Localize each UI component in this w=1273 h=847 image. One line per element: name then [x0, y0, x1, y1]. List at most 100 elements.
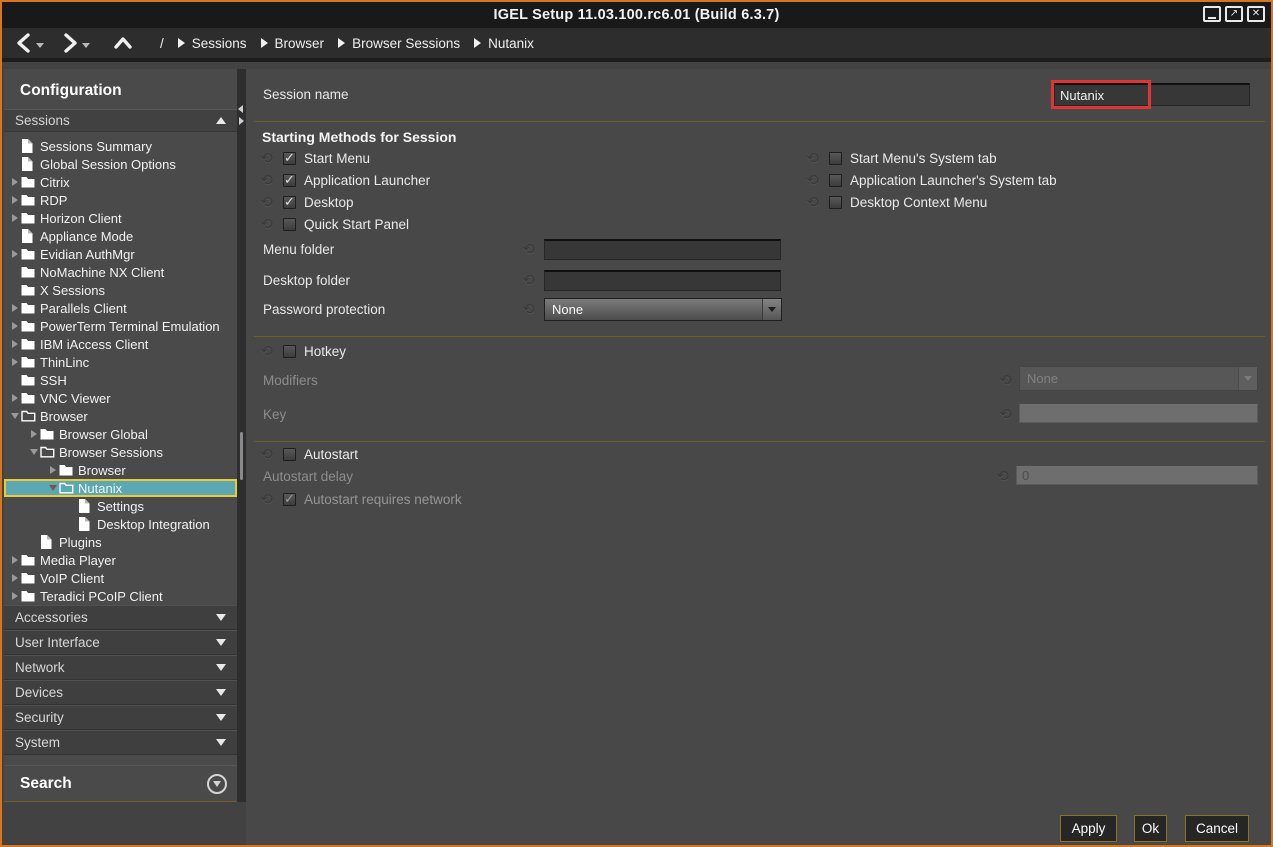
forward-button[interactable]: [60, 32, 80, 54]
minimize-button[interactable]: [1203, 6, 1221, 22]
tree-item-evidian-authmgr[interactable]: Evidian AuthMgr: [4, 245, 237, 263]
tree-item-browser[interactable]: Browser: [4, 461, 237, 479]
expander-collapsed-icon[interactable]: [46, 466, 59, 474]
tree-item-thinlinc[interactable]: ThinLinc: [4, 353, 237, 371]
sidebar-section-security[interactable]: Security: [4, 705, 237, 730]
reset-icon[interactable]: ⟲: [520, 302, 537, 317]
tree-item-parallels-client[interactable]: Parallels Client: [4, 299, 237, 317]
tree-item-browser-sessions[interactable]: Browser Sessions: [4, 443, 237, 461]
desktop-folder-input[interactable]: [544, 270, 781, 291]
sidebar-section-devices[interactable]: Devices: [4, 680, 237, 705]
reset-icon[interactable]: ⟲: [258, 217, 275, 232]
reset-icon[interactable]: ⟲: [804, 173, 821, 188]
expander-expanded-icon[interactable]: [27, 449, 40, 455]
reset-icon[interactable]: ⟲: [258, 344, 275, 359]
password-protection-select[interactable]: None: [544, 298, 782, 321]
tree-item-rdp[interactable]: RDP: [4, 191, 237, 209]
collapse-right-icon[interactable]: [239, 117, 244, 125]
expander-collapsed-icon[interactable]: [8, 304, 21, 312]
expander-collapsed-icon[interactable]: [8, 340, 21, 348]
quick-start-panel-checkbox[interactable]: [283, 218, 296, 231]
tree-item-powerterm-terminal-emulation[interactable]: PowerTerm Terminal Emulation: [4, 317, 237, 335]
expander-collapsed-icon[interactable]: [8, 178, 21, 186]
tree-item-media-player[interactable]: Media Player: [4, 551, 237, 569]
expander-collapsed-icon[interactable]: [8, 358, 21, 366]
breadcrumb-item-browser-sessions[interactable]: Browser Sessions: [352, 36, 460, 51]
search-panel[interactable]: Search: [4, 765, 237, 801]
collapse-left-icon[interactable]: [238, 105, 243, 113]
tree-item-vnc-viewer[interactable]: VNC Viewer: [4, 389, 237, 407]
expander-collapsed-icon[interactable]: [8, 574, 21, 582]
tree-item-settings[interactable]: Settings: [4, 497, 237, 515]
reset-icon[interactable]: ⟲: [804, 151, 821, 166]
forward-history-dropdown-icon[interactable]: [82, 43, 90, 48]
reset-icon[interactable]: ⟲: [520, 242, 537, 257]
tree-item-teradici-pcoip-client[interactable]: Teradici PCoIP Client: [4, 587, 237, 605]
tree-item-ibm-iaccess-client[interactable]: IBM iAccess Client: [4, 335, 237, 353]
tree-item-appliance-mode[interactable]: Appliance Mode: [4, 227, 237, 245]
desktop-checkbox[interactable]: [283, 196, 296, 209]
cancel-button[interactable]: Cancel: [1185, 815, 1249, 842]
breadcrumb-item-nutanix[interactable]: Nutanix: [488, 36, 534, 51]
breadcrumb-item-browser[interactable]: Browser: [275, 36, 325, 51]
expander-expanded-icon[interactable]: [8, 413, 21, 419]
sidebar-section-accessories[interactable]: Accessories: [4, 605, 237, 630]
back-button[interactable]: [14, 32, 34, 54]
breadcrumb-item-sessions[interactable]: Sessions: [192, 36, 247, 51]
tree-item-label: Global Session Options: [40, 157, 176, 172]
session-name-input[interactable]: [1054, 83, 1250, 106]
tree-item-citrix[interactable]: Citrix: [4, 173, 237, 191]
expander-collapsed-icon[interactable]: [8, 214, 21, 222]
expander-collapsed-icon[interactable]: [8, 322, 21, 330]
close-button[interactable]: ✕: [1247, 6, 1265, 22]
tree-item-global-session-options[interactable]: Global Session Options: [4, 155, 237, 173]
back-history-dropdown-icon[interactable]: [36, 43, 44, 48]
expander-collapsed-icon[interactable]: [8, 394, 21, 402]
tree-item-voip-client[interactable]: VoIP Client: [4, 569, 237, 587]
ok-button[interactable]: Ok: [1134, 815, 1167, 842]
expander-collapsed-icon[interactable]: [27, 430, 40, 438]
application-launcher-s-system-tab-checkbox[interactable]: [829, 174, 842, 187]
maximize-button[interactable]: ↗: [1225, 6, 1243, 22]
tree-item-browser[interactable]: Browser: [4, 407, 237, 425]
tree-item-plugins[interactable]: Plugins: [4, 533, 237, 551]
sidebar-section-network[interactable]: Network: [4, 655, 237, 680]
search-expand-button[interactable]: [207, 774, 227, 794]
sidebar-section-system[interactable]: System: [4, 730, 237, 755]
menu-folder-input[interactable]: [544, 239, 781, 260]
up-button[interactable]: [112, 34, 134, 52]
panel-splitter[interactable]: [237, 69, 246, 802]
reset-icon[interactable]: ⟲: [258, 195, 275, 210]
application-launcher-checkbox[interactable]: [283, 174, 296, 187]
tree-item-sessions-summary[interactable]: Sessions Summary: [4, 137, 237, 155]
sidebar-section-sessions[interactable]: Sessions: [4, 109, 237, 132]
tree-item-horizon-client[interactable]: Horizon Client: [4, 209, 237, 227]
tree-item-nutanix[interactable]: Nutanix: [4, 479, 237, 497]
expander-collapsed-icon[interactable]: [8, 196, 21, 204]
menu-folder-label: Menu folder: [263, 242, 334, 257]
tree-item-browser-global[interactable]: Browser Global: [4, 425, 237, 443]
reset-icon[interactable]: ⟲: [520, 273, 537, 288]
tree-item-nomachine-nx-client[interactable]: NoMachine NX Client: [4, 263, 237, 281]
desktop-context-menu-checkbox[interactable]: [829, 196, 842, 209]
hotkey-checkbox[interactable]: [283, 345, 296, 358]
tree-scrollbar-thumb[interactable]: [240, 432, 243, 480]
reset-icon[interactable]: ⟲: [258, 173, 275, 188]
expander-collapsed-icon[interactable]: [8, 250, 21, 258]
apply-button[interactable]: Apply: [1060, 815, 1117, 842]
expander-expanded-icon[interactable]: [46, 485, 59, 491]
expander-collapsed-icon[interactable]: [8, 556, 21, 564]
reset-icon[interactable]: ⟲: [258, 447, 275, 462]
tree-item-ssh[interactable]: SSH: [4, 371, 237, 389]
title-bar[interactable]: IGEL Setup 11.03.100.rc6.01 (Build 6.3.7…: [2, 2, 1271, 28]
expander-collapsed-icon[interactable]: [8, 592, 21, 600]
sidebar-section-user-interface[interactable]: User Interface: [4, 630, 237, 655]
tree-item-x-sessions[interactable]: X Sessions: [4, 281, 237, 299]
dropdown-arrow-button[interactable]: [762, 299, 781, 320]
start-menu-checkbox[interactable]: [283, 152, 296, 165]
reset-icon[interactable]: ⟲: [258, 151, 275, 166]
autostart-checkbox[interactable]: [283, 448, 296, 461]
reset-icon[interactable]: ⟲: [804, 195, 821, 210]
tree-item-desktop-integration[interactable]: Desktop Integration: [4, 515, 237, 533]
start-menu-s-system-tab-checkbox[interactable]: [829, 152, 842, 165]
